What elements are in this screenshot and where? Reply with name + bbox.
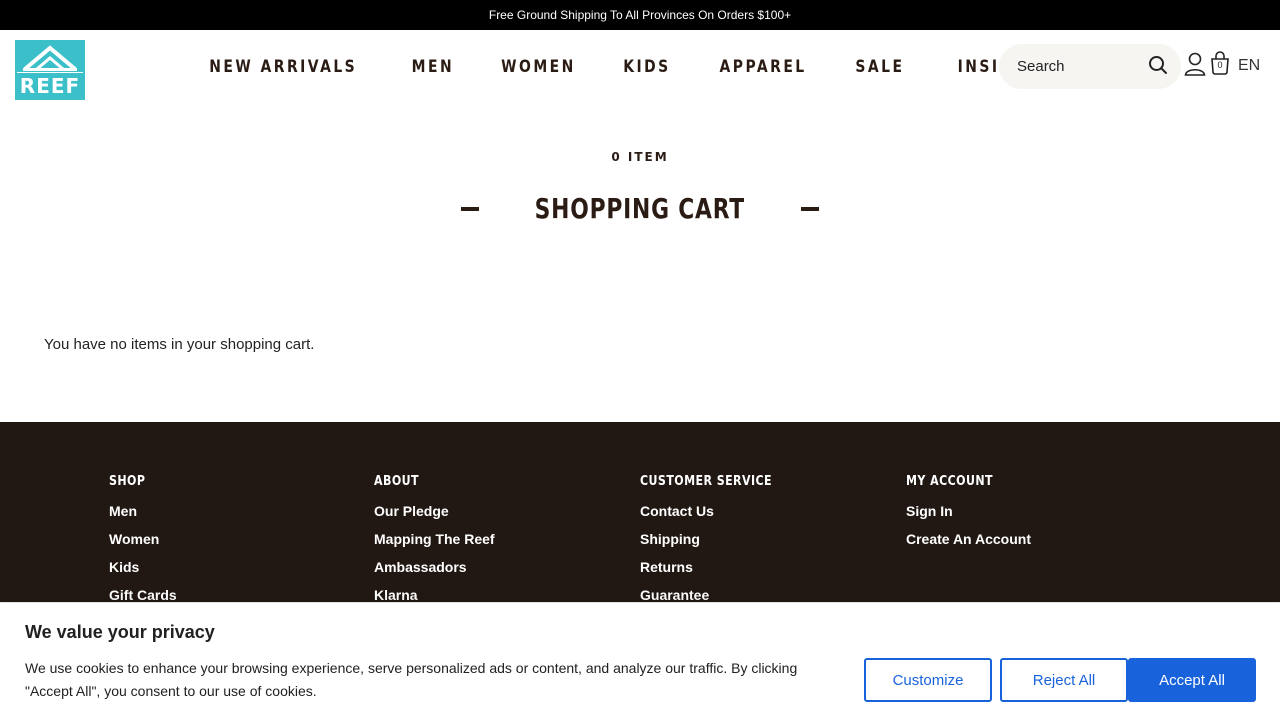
promo-bar: Free Ground Shipping To All Provinces On… — [0, 0, 1280, 30]
footer-link-mapping-the-reef[interactable]: Mapping The Reef — [374, 531, 624, 559]
cookie-text: We use cookies to enhance your browsing … — [25, 660, 798, 699]
footer-col-about: ABOUT Our Pledge Mapping The Reef Ambass… — [374, 474, 624, 615]
footer-link-create-account[interactable]: Create An Account — [906, 531, 1156, 559]
promo-text: Free Ground Shipping To All Provinces On… — [488, 8, 792, 22]
footer-link-ambassadors[interactable]: Ambassadors — [374, 559, 624, 587]
cart-heading: SHOPPING CART — [0, 192, 1280, 225]
cookie-banner: We value your privacy We use cookies to … — [0, 602, 1280, 720]
footer-col-customer-service: CUSTOMER SERVICE Contact Us Shipping Ret… — [640, 474, 890, 615]
nav-kids[interactable]: KIDS — [623, 57, 670, 77]
footer-link-shipping[interactable]: Shipping — [640, 531, 890, 559]
language-selector[interactable]: EN — [1238, 57, 1260, 75]
footer-heading: SHOP — [109, 474, 146, 489]
footer-link-men[interactable]: Men — [109, 503, 359, 531]
footer-link-kids[interactable]: Kids — [109, 559, 359, 587]
footer-col-my-account: MY ACCOUNT Sign In Create An Account — [906, 474, 1156, 559]
nav-sale[interactable]: SALE — [856, 57, 905, 77]
nav-women[interactable]: WOMEN — [501, 57, 576, 77]
search-input[interactable] — [1017, 56, 1137, 76]
reef-logo[interactable]: REEF — [15, 40, 85, 100]
main-nav: NEW ARRIVALS MEN WOMEN KIDS APPAREL SALE… — [176, 30, 1113, 104]
footer-link-women[interactable]: Women — [109, 531, 359, 559]
footer-heading: CUSTOMER SERVICE — [640, 474, 773, 489]
footer-heading: MY ACCOUNT — [906, 474, 994, 489]
footer-link-our-pledge[interactable]: Our Pledge — [374, 503, 624, 531]
cookie-title: We value your privacy — [25, 622, 215, 642]
nav-men[interactable]: MEN — [412, 57, 454, 77]
cart-item-count: 0 ITEM — [611, 150, 669, 164]
footer-link-returns[interactable]: Returns — [640, 559, 890, 587]
search-icon[interactable] — [1148, 55, 1168, 75]
accept-all-button[interactable]: Accept All — [1128, 658, 1256, 702]
customize-button[interactable]: Customize — [864, 658, 992, 702]
empty-cart-message: You have no items in your shopping cart. — [44, 336, 315, 353]
footer-link-contact-us[interactable]: Contact Us — [640, 503, 890, 531]
footer-heading: ABOUT — [374, 474, 420, 489]
site-header: REEF NEW ARRIVALS MEN WOMEN KIDS APPAREL… — [0, 30, 1280, 110]
logo-wordmark: REEF — [17, 73, 83, 99]
page-title: SHOPPING CART — [534, 192, 746, 225]
footer-col-shop: SHOP Men Women Kids Gift Cards — [109, 474, 359, 615]
nav-apparel[interactable]: APPAREL — [720, 57, 807, 77]
cart-count-badge: 0 — [1217, 60, 1223, 70]
heading-dash-left — [461, 206, 480, 211]
heading-dash-right — [800, 206, 819, 211]
nav-new-arrivals[interactable]: NEW ARRIVALS — [209, 57, 357, 77]
logo-wave-icon — [17, 42, 83, 72]
search-box — [999, 44, 1181, 89]
reject-all-button[interactable]: Reject All — [1000, 658, 1128, 702]
footer-link-sign-in[interactable]: Sign In — [906, 503, 1156, 531]
account-icon[interactable] — [1184, 52, 1206, 76]
